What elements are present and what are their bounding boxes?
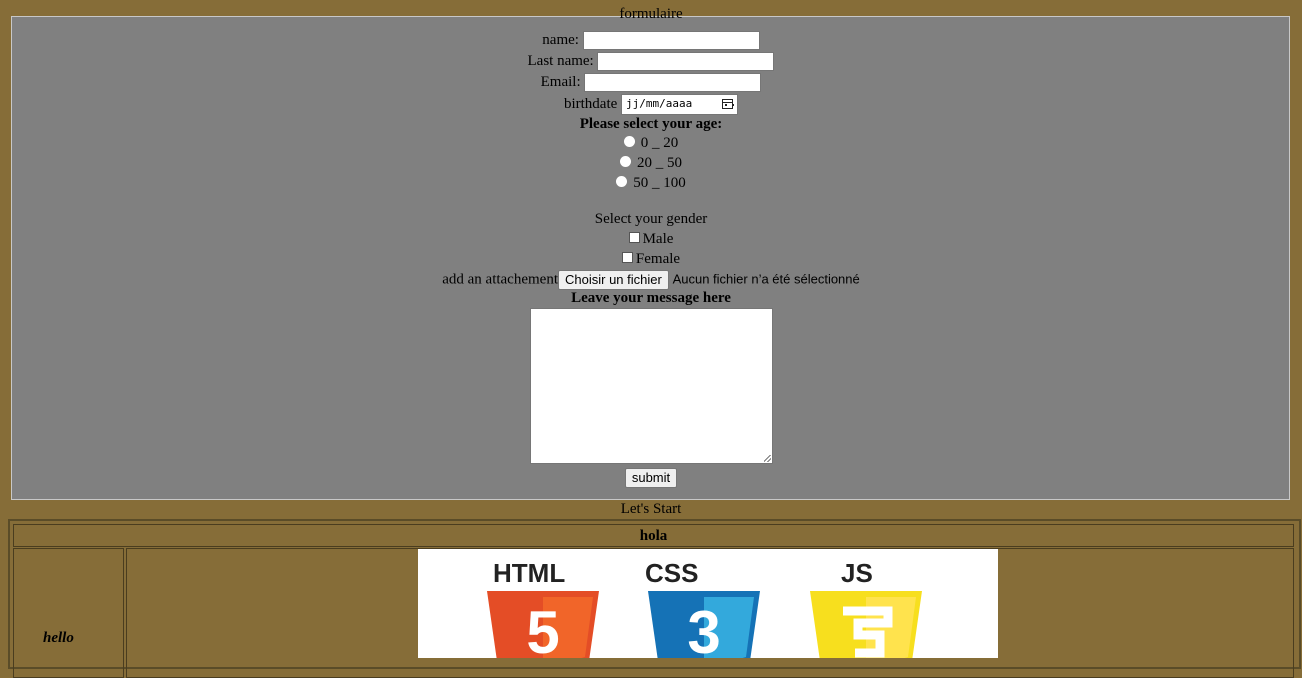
checkbox-icon[interactable] [621, 252, 633, 264]
table-cell-left [13, 548, 124, 678]
name-input[interactable] [582, 31, 760, 50]
gender-option-female[interactable]: Female [0, 251, 1302, 268]
table-header: hola [13, 524, 1294, 547]
message-textarea[interactable] [530, 308, 773, 464]
email-row: Email: [0, 73, 1302, 92]
logo-label: CSS [645, 558, 698, 588]
logo-digit: 3 [687, 599, 720, 658]
section-caption: Let's Start [620, 501, 682, 517]
age-option-0[interactable]: 0 _ 20 [0, 135, 1302, 152]
birthdate-row: birthdate jj/mm/aaaa [0, 94, 1302, 115]
resize-grip-icon[interactable] [764, 455, 771, 462]
email-label: Email: [540, 73, 581, 90]
lastname-label: Last name: [527, 52, 594, 69]
age-option-label: 20 _ 50 [637, 155, 682, 171]
hello-label: hello [43, 630, 74, 646]
email-input[interactable] [584, 73, 762, 92]
lastname-input[interactable] [597, 52, 775, 71]
attachment-row: add an attachement Choisir un fichier Auc… [0, 270, 1302, 290]
choose-file-button[interactable]: Choisir un fichier [558, 270, 669, 290]
age-option-label: 50 _ 100 [633, 175, 686, 191]
age-title: Please select your age: [579, 116, 723, 132]
radio-icon[interactable] [620, 156, 631, 168]
checkbox-icon[interactable] [628, 232, 640, 244]
html5-shield-icon: 5 [487, 591, 599, 658]
name-label: name: [542, 31, 579, 48]
calendar-icon[interactable] [722, 99, 735, 109]
submit-row: submit [0, 468, 1302, 488]
birthdate-placeholder: jj/mm/aaaa [626, 97, 693, 110]
age-option-1[interactable]: 20 _ 50 [0, 155, 1302, 172]
css3-shield-icon: 3 [648, 591, 760, 658]
logo-label: HTML [493, 558, 565, 588]
form-legend: formulaire [619, 6, 683, 22]
age-option-label: 0 _ 20 [640, 135, 679, 151]
radio-icon[interactable] [616, 176, 628, 188]
submit-button[interactable]: submit [624, 468, 678, 488]
name-row: name: [0, 31, 1302, 50]
gender-title: Select your gender [594, 211, 708, 227]
birthdate-label: birthdate [563, 95, 618, 112]
radio-icon[interactable] [623, 136, 635, 148]
birthdate-input[interactable]: jj/mm/aaaa [621, 94, 739, 115]
lastname-row: Last name: [0, 52, 1302, 71]
gender-option-label: Female [635, 251, 681, 267]
logo-label: JS [841, 558, 873, 588]
logo-digit: 5 [526, 599, 559, 658]
age-option-2[interactable]: 50 _ 100 [0, 175, 1302, 192]
gender-option-label: Male [642, 231, 674, 247]
gender-option-male[interactable]: Male [0, 231, 1302, 248]
web-logos-image: HTML 5 CSS 3 JS [418, 549, 998, 658]
js-shield-icon [810, 591, 922, 658]
attachment-label: add an attachement [442, 271, 558, 288]
file-status: Aucun fichier n’a été sélectionné [672, 271, 860, 287]
message-title: Leave your message here [571, 290, 731, 306]
